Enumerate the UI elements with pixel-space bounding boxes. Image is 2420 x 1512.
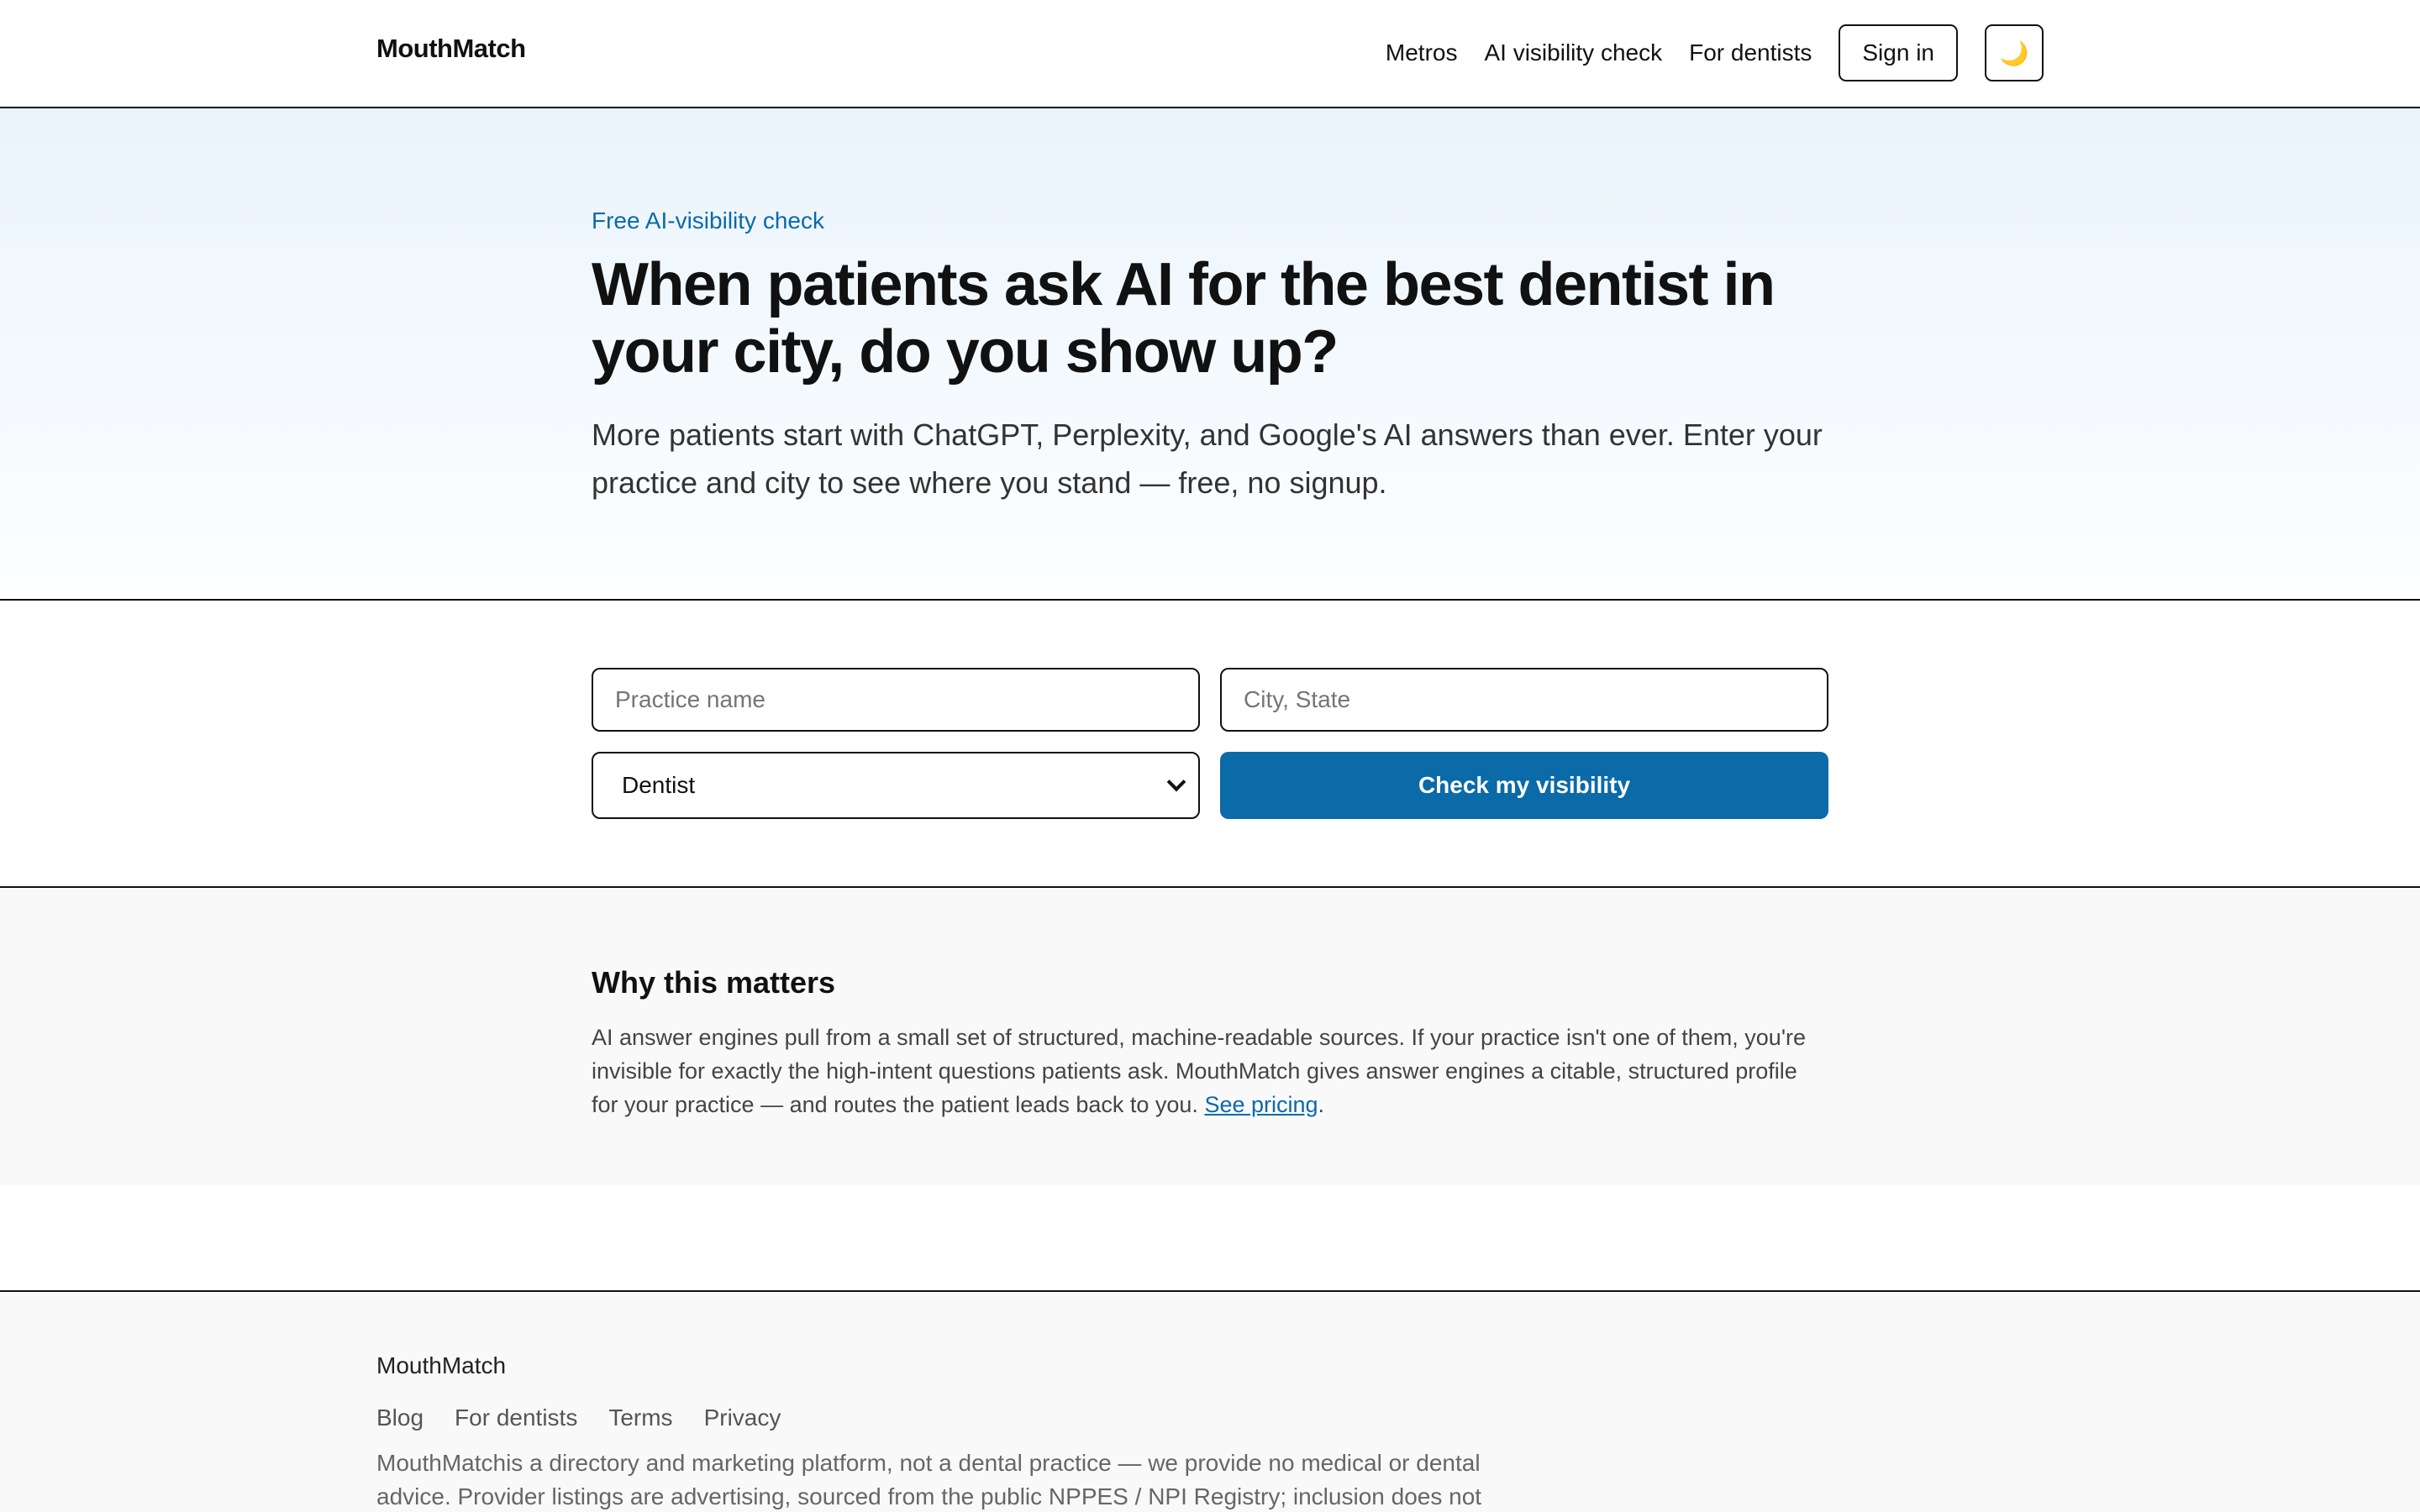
theme-toggle-button[interactable]: 🌙 — [1985, 24, 2044, 81]
moon-icon: 🌙 — [1999, 39, 2029, 66]
visibility-check-form-section: Dentist Check my visibility — [0, 601, 2420, 888]
footer-content: MouthMatch Blog For dentists Terms Priva… — [376, 1352, 1494, 1512]
why-paragraph: AI answer engines pull from a small set … — [592, 1021, 1828, 1121]
practice-name-input[interactable] — [592, 668, 1200, 732]
hero-section: Free AI-visibility check When patients a… — [0, 108, 2420, 601]
chevron-down-icon — [1166, 772, 1186, 792]
hero-title: When patients ask AI for the best dentis… — [592, 251, 1776, 386]
why-heading: Why this matters — [592, 965, 836, 1000]
main-nav: Metros AI visibility check For dentists … — [1386, 24, 2044, 81]
footer-link-terms[interactable]: Terms — [608, 1404, 672, 1431]
check-visibility-button[interactable]: Check my visibility — [1220, 752, 1828, 819]
footer-links: Blog For dentists Terms Privacy — [376, 1404, 1494, 1431]
footer-link-blog[interactable]: Blog — [376, 1404, 424, 1431]
site-header: MouthMatch Metros AI visibility check Fo… — [0, 0, 2420, 108]
see-pricing-link[interactable]: See pricing — [1204, 1092, 1318, 1117]
why-content: Why this matters AI answer engines pull … — [592, 965, 1828, 1121]
nav-link-ai-visibility-check[interactable]: AI visibility check — [1484, 39, 1662, 66]
site-footer: MouthMatch Blog For dentists Terms Priva… — [0, 1292, 2420, 1512]
section-spacer — [0, 1185, 2420, 1292]
specialty-select[interactable]: Dentist — [592, 752, 1200, 819]
footer-link-for-dentists[interactable]: For dentists — [455, 1404, 577, 1431]
brand-logo[interactable]: MouthMatch — [376, 34, 526, 64]
footer-brand: MouthMatch — [376, 1352, 507, 1378]
nav-link-for-dentists[interactable]: For dentists — [1689, 39, 1812, 66]
city-state-input[interactable] — [1220, 668, 1828, 732]
hero-lead: More patients start with ChatGPT, Perple… — [592, 417, 1823, 500]
specialty-selected-value: Dentist — [622, 772, 696, 798]
visibility-check-form: Dentist Check my visibility — [592, 668, 1828, 819]
nav-link-metros[interactable]: Metros — [1386, 39, 1458, 66]
why-trailing-period: . — [1318, 1092, 1325, 1117]
why-body: AI answer engines pull from a small set … — [592, 1025, 1806, 1117]
hero-content: Free AI-visibility check When patients a… — [592, 207, 1828, 507]
sign-in-button[interactable]: Sign in — [1839, 24, 1958, 81]
footer-link-privacy[interactable]: Privacy — [704, 1404, 781, 1431]
hero-eyebrow: Free AI-visibility check — [592, 207, 824, 234]
footer-disclaimer: MouthMatchis a directory and marketing p… — [376, 1450, 1482, 1509]
why-this-matters-section: Why this matters AI answer engines pull … — [0, 888, 2420, 1185]
